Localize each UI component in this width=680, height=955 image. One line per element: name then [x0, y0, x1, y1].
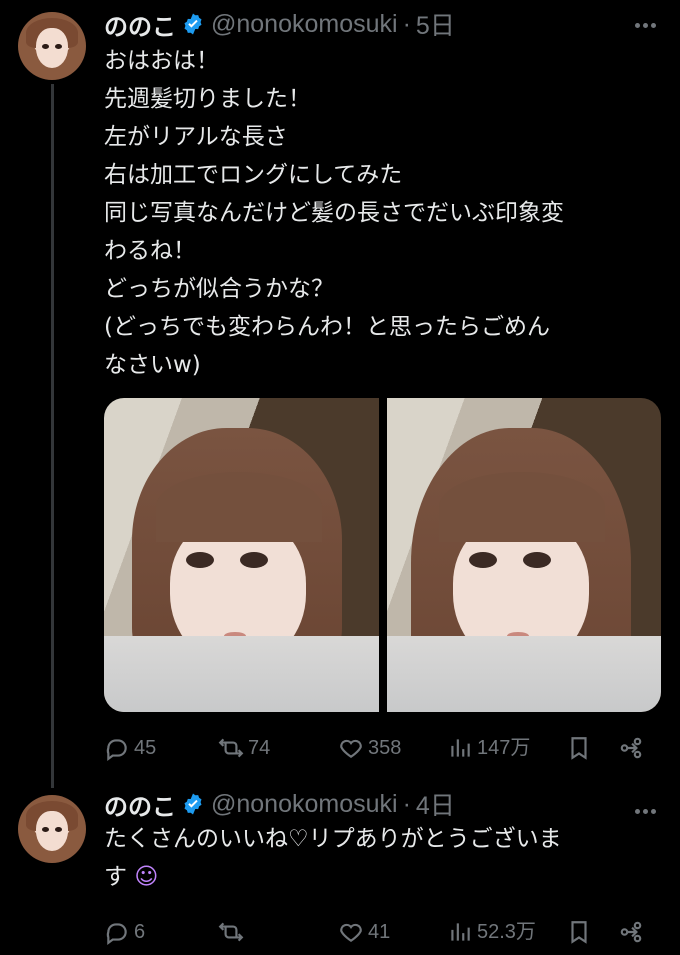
more-icon[interactable]: [632, 12, 658, 38]
retweet-button[interactable]: 74: [218, 728, 270, 768]
bookmark-icon: [571, 921, 587, 944]
timestamp[interactable]: 5日: [416, 6, 455, 42]
like-count: 41: [368, 921, 391, 943]
smile-emoji: ☺: [134, 864, 159, 890]
tweet-1[interactable]: ののこ @nonokomosuki · 5日 おはおは！ 先週髪切りました！ 左…: [0, 0, 680, 788]
tweet-line: 同じ写真なんだけど髪の長さでだいぶ印象変: [104, 200, 564, 226]
tweet-line: どっちが似合うかな？: [104, 276, 334, 302]
bookmark-button[interactable]: [566, 728, 596, 768]
verified-badge-icon: [184, 13, 202, 35]
tweet-2[interactable]: ののこ @nonokomosuki · 4日 たくさんのいいね♡リプありがとうご…: [0, 780, 680, 955]
tweet-line: なさいw): [104, 352, 201, 378]
bookmark-icon: [571, 737, 587, 760]
timeline: ののこ @nonokomosuki · 5日 おはおは！ 先週髪切りました！ 左…: [0, 0, 680, 955]
views-icon: [451, 923, 470, 941]
reply-button[interactable]: 6: [104, 912, 145, 952]
tweet-line: たくさんのいいね♡リプありがとうございま: [104, 826, 562, 852]
action-bar: 45 74 358 147万: [104, 728, 664, 768]
bookmark-button[interactable]: [566, 912, 596, 952]
reply-icon: [106, 739, 127, 761]
separator-dot: ·: [402, 789, 411, 818]
thread-line: [51, 84, 54, 788]
retweet-icon: [218, 738, 244, 758]
tweet-line-end: す: [104, 864, 127, 890]
share-button[interactable]: [618, 728, 648, 768]
reply-count: 45: [134, 737, 157, 759]
tweet-line: わるね！: [104, 238, 196, 264]
photo-short-hair[interactable]: [104, 398, 379, 712]
photo-long-hair[interactable]: [386, 398, 661, 712]
avatar[interactable]: [18, 12, 86, 80]
tweet-line: おはおは！: [104, 48, 219, 74]
reply-icon: [106, 923, 127, 945]
views-icon: [451, 739, 470, 757]
user-handle[interactable]: @nonokomosuki: [211, 10, 398, 39]
tweet-line: 先週髪切りました！: [104, 86, 311, 112]
views-button[interactable]: 147万: [447, 728, 530, 768]
display-name[interactable]: ののこ: [104, 7, 176, 42]
tweet-text: おはおは！ 先週髪切りました！ 左がリアルな長さ 右は加工でロングにしてみた 同…: [104, 42, 654, 384]
retweet-count: 74: [248, 737, 271, 759]
retweet-icon: [218, 922, 244, 942]
timestamp[interactable]: 4日: [416, 786, 455, 822]
reply-button[interactable]: 45: [104, 728, 156, 768]
reply-count: 6: [134, 921, 146, 943]
share-icon: [620, 921, 642, 943]
share-icon: [620, 737, 642, 759]
views-button[interactable]: 52.3万: [447, 912, 536, 952]
separator-dot: ·: [402, 9, 411, 38]
tweet-line: 左がリアルな長さ: [104, 124, 288, 150]
like-button[interactable]: 358: [338, 728, 401, 768]
tweet-line: 右は加工でロングにしてみた: [104, 162, 403, 188]
tweet-header: ののこ @nonokomosuki · 4日: [104, 786, 455, 822]
like-count: 358: [368, 737, 402, 759]
share-button[interactable]: [618, 912, 648, 952]
tweet-line: (どっちでも変わらんわ！と思ったらごめん: [104, 314, 550, 340]
tweet-line: す ☺: [104, 858, 654, 896]
user-handle[interactable]: @nonokomosuki: [211, 790, 398, 819]
display-name[interactable]: ののこ: [104, 787, 176, 822]
views-count: 147万: [477, 737, 531, 759]
action-bar: 6 41 52.3万: [104, 912, 664, 952]
tweet-text: たくさんのいいね♡リプありがとうございま す ☺: [104, 820, 654, 896]
media-grid: [104, 398, 661, 712]
views-count: 52.3万: [477, 921, 536, 943]
tweet-header: ののこ @nonokomosuki · 5日: [104, 6, 455, 42]
verified-badge-icon: [184, 793, 202, 815]
heart-icon: [340, 739, 362, 758]
avatar[interactable]: [18, 795, 86, 863]
like-button[interactable]: 41: [338, 912, 390, 952]
retweet-button[interactable]: [218, 912, 248, 952]
heart-icon: [340, 923, 362, 942]
